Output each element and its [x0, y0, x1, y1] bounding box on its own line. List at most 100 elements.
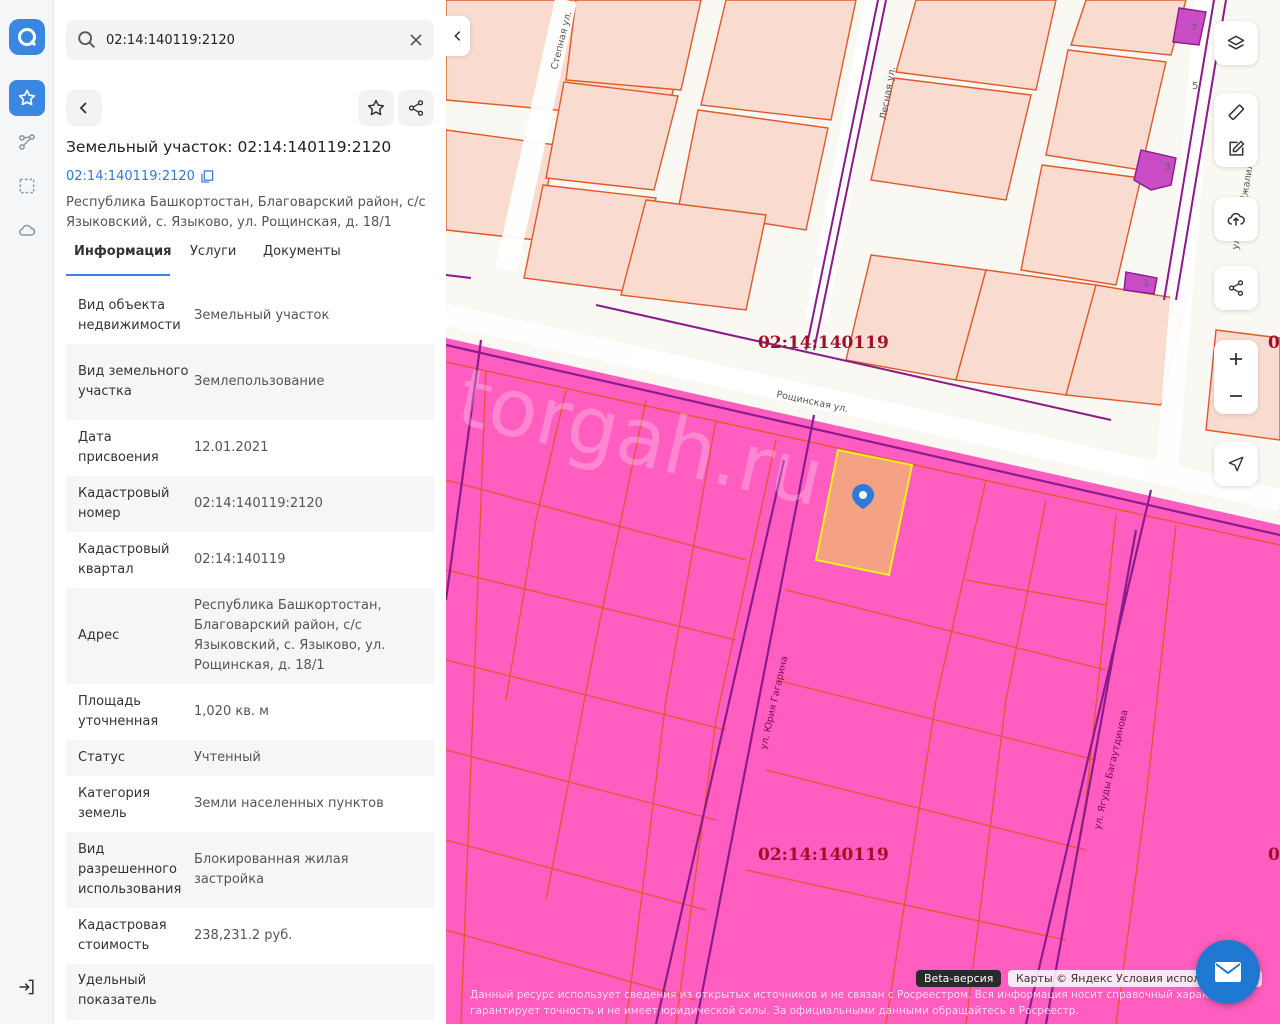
- navigation-arrow-icon: [1228, 456, 1244, 472]
- copy-icon[interactable]: [201, 170, 214, 183]
- row-value: Республика Башкортостан, Благоварский ра…: [194, 598, 386, 673]
- ruler-button[interactable]: [1214, 93, 1258, 130]
- row-key: Дата присвоения: [78, 430, 159, 465]
- chevron-left-icon: [454, 31, 461, 41]
- share-button[interactable]: [398, 90, 434, 126]
- upload-button[interactable]: [1214, 197, 1258, 241]
- info-row: Удельный показатель: [66, 964, 434, 1020]
- parcel-number: 3: [1164, 162, 1170, 173]
- row-value: 02:14:140119: [194, 552, 286, 567]
- row-key: Кадастровая стоимость: [78, 918, 167, 953]
- layers-icon: [1227, 35, 1245, 50]
- parcel-number: 7: [1191, 23, 1197, 34]
- parcel-number: 5: [1192, 81, 1198, 92]
- page-title: Земельный участок: 02:14:140119:2120: [66, 138, 392, 156]
- row-value: Учтенный: [194, 750, 261, 765]
- row-key: Удельный показатель: [78, 973, 157, 1008]
- feedback-button[interactable]: [1196, 940, 1260, 1004]
- tab-bar: Информация Услуги Документы: [66, 244, 434, 276]
- quarter-label: 02:14:140119: [758, 333, 889, 353]
- row-value: 12.01.2021: [194, 440, 269, 455]
- zoom-controls: [1214, 340, 1258, 414]
- parcel-number: 1: [1143, 278, 1149, 289]
- cadastral-number-link[interactable]: 02:14:140119:2120: [66, 169, 214, 184]
- zoom-in-button[interactable]: [1214, 340, 1258, 377]
- info-row: Кадастровый номер 02:14:140119:2120: [66, 476, 434, 532]
- row-key: Вид объекта недвижимости: [78, 298, 181, 333]
- row-value: Землепользование: [194, 374, 325, 389]
- chevron-left-icon: [79, 102, 87, 114]
- search-icon: [78, 31, 95, 48]
- quarter-label: 02:14:140119: [758, 845, 889, 865]
- row-value: 1,020 кв. м: [194, 704, 269, 719]
- cadastral-map[interactable]: torgah.ru 02:14:140119 02:14:140119 0 0 …: [446, 0, 1280, 1024]
- info-row: Вид разрешенного использования Блокирован…: [66, 832, 434, 908]
- info-panel: Земельный участок: 02:14:140119:2120 02:…: [54, 0, 446, 1024]
- row-value: 02:14:140119:2120: [194, 496, 323, 511]
- layers-button[interactable]: [1214, 21, 1258, 65]
- row-key: Статус: [78, 750, 126, 765]
- minus-icon: [1230, 394, 1242, 397]
- info-row: Дата присвоения 12.01.2021: [66, 420, 434, 476]
- mail-icon: [1215, 962, 1241, 982]
- zoom-out-button[interactable]: [1214, 377, 1258, 414]
- disclaimer-line: Данный ресурс использует сведения из отк…: [470, 989, 1248, 1001]
- info-table: Вид объекта недвижимости Земельный участо…: [66, 288, 434, 1020]
- info-row: Площадь уточненная 1,020 кв. м: [66, 684, 434, 740]
- favorite-button[interactable]: [358, 90, 394, 126]
- cadastral-number-text: 02:14:140119:2120: [66, 169, 195, 184]
- app-logo[interactable]: [9, 19, 45, 55]
- draw-button[interactable]: [1214, 130, 1258, 167]
- beta-badge: Beta-версия: [916, 970, 1002, 987]
- info-row: Вид земельного участка Землепользование: [66, 344, 434, 420]
- info-row: Категория земель Земли населенных пунктов: [66, 776, 434, 832]
- map-share-button[interactable]: [1214, 266, 1258, 310]
- disclaimer-text: Данный ресурс использует сведения из отк…: [470, 987, 1260, 1019]
- row-value: Земельный участок: [194, 308, 330, 323]
- row-key: Категория земель: [78, 786, 151, 821]
- info-row: Вид объекта недвижимости Земельный участо…: [66, 288, 434, 344]
- row-key: Адрес: [78, 628, 120, 643]
- measure-tools: [1214, 93, 1258, 167]
- route-nav-button[interactable]: [9, 124, 45, 160]
- tab-documents[interactable]: Документы: [263, 244, 341, 259]
- map-canvas[interactable]: torgah.ru 02:14:140119 02:14:140119 0 0 …: [446, 0, 1280, 1024]
- row-value: Блокированная жилая застройка: [194, 852, 349, 887]
- logout-button[interactable]: [17, 977, 37, 1001]
- nodes-icon: [19, 134, 35, 150]
- cloud-nav-button[interactable]: [9, 212, 45, 248]
- cloud-upload-icon: [1227, 212, 1245, 226]
- cloud-icon: [18, 224, 36, 236]
- locate-button[interactable]: [1214, 442, 1258, 486]
- row-value: Земли населенных пунктов: [194, 796, 384, 811]
- quarter-label: 0: [1268, 333, 1280, 353]
- share-icon: [1228, 280, 1244, 296]
- parcel-address: Республика Башкортостан, Благоварский ра…: [66, 195, 426, 230]
- info-row: Адрес Республика Башкортостан, Благоварск…: [66, 588, 434, 684]
- row-key: Кадастровый квартал: [78, 542, 170, 577]
- star-icon: [18, 89, 36, 106]
- search-input[interactable]: [106, 20, 396, 60]
- tab-information[interactable]: Информация: [74, 244, 172, 259]
- search-box: [66, 20, 434, 60]
- logout-icon: [19, 979, 34, 995]
- active-tab-indicator: [66, 274, 170, 276]
- share-icon: [408, 100, 424, 116]
- clear-search-icon[interactable]: [408, 32, 424, 48]
- row-value: 238,231.2 руб.: [194, 928, 293, 943]
- collapse-panel-button[interactable]: [446, 16, 470, 56]
- plus-icon: [1230, 352, 1242, 365]
- info-row: Кадастровая стоимость 238,231.2 руб.: [66, 908, 434, 964]
- dashed-square-icon: [19, 178, 35, 194]
- quarter-label: 0: [1268, 845, 1280, 865]
- disclaimer-line: гарантирует точность и не имеет юридичес…: [470, 1005, 1079, 1017]
- info-row: Статус Учтенный: [66, 740, 434, 776]
- row-key: Площадь уточненная: [78, 694, 159, 729]
- back-button[interactable]: [66, 90, 102, 126]
- ruler-icon: [1228, 104, 1245, 120]
- select-area-nav-button[interactable]: [9, 168, 45, 204]
- info-row: Кадастровый квартал 02:14:140119: [66, 532, 434, 588]
- tab-services[interactable]: Услуги: [190, 244, 236, 259]
- favorites-nav-button[interactable]: [9, 80, 45, 116]
- edit-icon: [1229, 139, 1245, 156]
